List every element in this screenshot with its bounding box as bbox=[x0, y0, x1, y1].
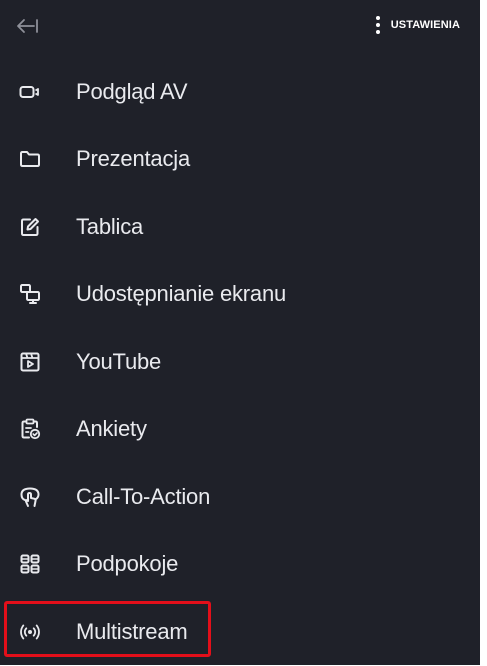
arrow-left-to-line-icon bbox=[17, 19, 38, 33]
menu-item-presentation[interactable]: Prezentacja bbox=[0, 126, 480, 194]
back-button[interactable] bbox=[12, 14, 42, 38]
grid-rooms-icon bbox=[18, 552, 42, 576]
edit-square-icon bbox=[18, 215, 42, 239]
menu-item-label: Udostępnianie ekranu bbox=[76, 281, 287, 307]
side-panel: USTAWIENIA Podgląd AV Prezentacja Tablic… bbox=[0, 0, 480, 665]
menu-item-label: Tablica bbox=[76, 213, 144, 239]
broadcast-icon bbox=[18, 620, 42, 644]
menu-item-breakout-rooms[interactable]: Podpokoje bbox=[0, 531, 480, 599]
menu-item-label: Podgląd AV bbox=[76, 78, 188, 104]
panel-header: USTAWIENIA bbox=[0, 0, 480, 50]
menu-item-label: Multistream bbox=[76, 618, 188, 644]
menu-item-av-preview[interactable]: Podgląd AV bbox=[0, 58, 480, 126]
clipboard-check-icon bbox=[18, 417, 42, 441]
video-play-icon bbox=[18, 350, 42, 374]
menu-item-label: Prezentacja bbox=[76, 146, 190, 172]
menu-item-label: Podpokoje bbox=[76, 551, 179, 577]
folder-icon bbox=[18, 147, 42, 171]
menu-item-youtube[interactable]: YouTube bbox=[0, 328, 480, 396]
menu-item-label: YouTube bbox=[76, 348, 162, 374]
page-background-strip bbox=[480, 0, 487, 665]
screen-share-icon bbox=[18, 282, 42, 306]
menu-item-whiteboard[interactable]: Tablica bbox=[0, 193, 480, 261]
menu-item-label: Ankiety bbox=[76, 416, 147, 442]
settings-button[interactable]: USTAWIENIA bbox=[375, 14, 460, 36]
menu-item-call-to-action[interactable]: Call-To-Action bbox=[0, 463, 480, 531]
hand-pointer-icon bbox=[18, 485, 42, 509]
camera-icon bbox=[18, 80, 42, 104]
settings-label: USTAWIENIA bbox=[390, 19, 460, 31]
menu-item-screen-share[interactable]: Udostępnianie ekranu bbox=[0, 261, 480, 329]
menu-item-label: Call-To-Action bbox=[76, 483, 211, 509]
menu-item-multistream[interactable]: Multistream bbox=[0, 598, 480, 666]
menu-item-polls[interactable]: Ankiety bbox=[0, 396, 480, 464]
more-vertical-icon bbox=[375, 16, 381, 34]
panel-menu: Podgląd AV Prezentacja Tablica Udostępni… bbox=[0, 58, 480, 666]
